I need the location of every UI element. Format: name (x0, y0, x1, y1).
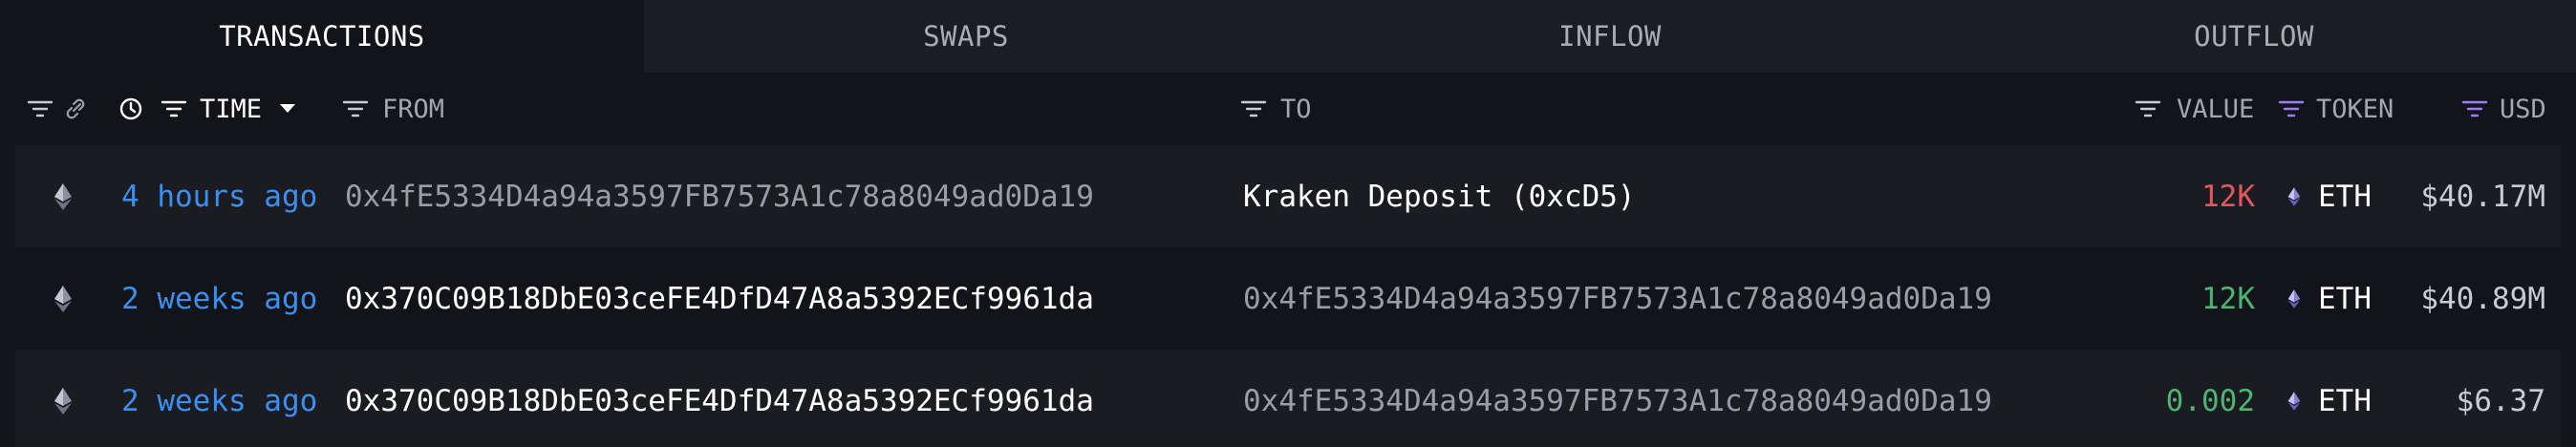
caret-down-icon[interactable] (279, 73, 296, 145)
usd-amount: $6.37 (2456, 383, 2545, 418)
value-amount: 12K (2201, 179, 2255, 214)
usd-amount: $40.17M (2420, 179, 2545, 214)
to-address[interactable]: 0x4fE5334D4a94a3597FB7573A1c78a8049ad0Da… (1243, 350, 1992, 447)
from-address[interactable]: 0x370C09B18DbE03ceFE4DfD47A8a5392ECf9961… (345, 247, 1094, 350)
value-amount: 0.002 (2165, 383, 2255, 418)
table-row[interactable]: 4 hours ago 0x4fE5334D4a94a3597FB7573A1c… (15, 145, 2561, 247)
from-column-header[interactable]: FROM (382, 73, 444, 145)
filter-icon[interactable] (161, 73, 187, 145)
filter-icon[interactable] (1240, 73, 1267, 145)
tab-transactions[interactable]: TRANSACTIONS (0, 0, 644, 73)
clock-icon[interactable] (118, 73, 143, 145)
time-link[interactable]: 4 hours ago (121, 145, 317, 247)
ethereum-icon (52, 350, 75, 447)
ethereum-icon (52, 145, 75, 247)
tab-inflow[interactable]: INFLOW (1288, 0, 1932, 73)
filter-icon[interactable] (2278, 73, 2305, 145)
to-address[interactable]: Kraken Deposit (0xcD5) (1243, 145, 1636, 247)
token-symbol[interactable]: ETH (2318, 247, 2372, 350)
token-symbol[interactable]: ETH (2318, 145, 2372, 247)
time-link[interactable]: 2 weeks ago (121, 350, 317, 447)
to-address[interactable]: 0x4fE5334D4a94a3597FB7573A1c78a8049ad0Da… (1243, 247, 1992, 350)
ethereum-icon (2286, 247, 2303, 350)
tab-outflow[interactable]: OUTFLOW (1932, 0, 2576, 73)
table-row[interactable]: 2 weeks ago 0x370C09B18DbE03ceFE4DfD47A8… (15, 247, 2561, 350)
to-column-header[interactable]: TO (1280, 73, 1312, 145)
tab-swaps[interactable]: SWAPS (644, 0, 1288, 73)
usd-amount: $40.89M (2420, 281, 2545, 316)
tab-bar: TRANSACTIONS SWAPS INFLOW OUTFLOW (0, 0, 2576, 73)
token-symbol[interactable]: ETH (2318, 350, 2372, 447)
ethereum-icon (2286, 145, 2303, 247)
from-address[interactable]: 0x370C09B18DbE03ceFE4DfD47A8a5392ECf9961… (345, 350, 1094, 447)
token-column-header[interactable]: TOKEN (2316, 73, 2394, 145)
value-column-header[interactable]: VALUE (2177, 73, 2254, 145)
time-link[interactable]: 2 weeks ago (121, 247, 317, 350)
ethereum-icon (2286, 350, 2303, 447)
filter-icon[interactable] (2461, 73, 2488, 145)
from-address[interactable]: 0x4fE5334D4a94a3597FB7573A1c78a8049ad0Da… (345, 145, 1094, 247)
transactions-table: 4 hours ago 0x4fE5334D4a94a3597FB7573A1c… (15, 145, 2561, 447)
time-column-header[interactable]: TIME (200, 73, 262, 145)
usd-column-header[interactable]: USD (2500, 73, 2546, 145)
filter-icon[interactable] (27, 73, 54, 145)
filter-icon[interactable] (342, 73, 369, 145)
link-icon[interactable] (63, 73, 88, 145)
value-amount: 12K (2201, 281, 2255, 316)
table-header: TIME FROM TO VALUE TOKEN USD (0, 73, 2576, 145)
ethereum-icon (52, 247, 75, 350)
filter-icon[interactable] (2135, 73, 2161, 145)
table-row[interactable]: 2 weeks ago 0x370C09B18DbE03ceFE4DfD47A8… (15, 350, 2561, 447)
